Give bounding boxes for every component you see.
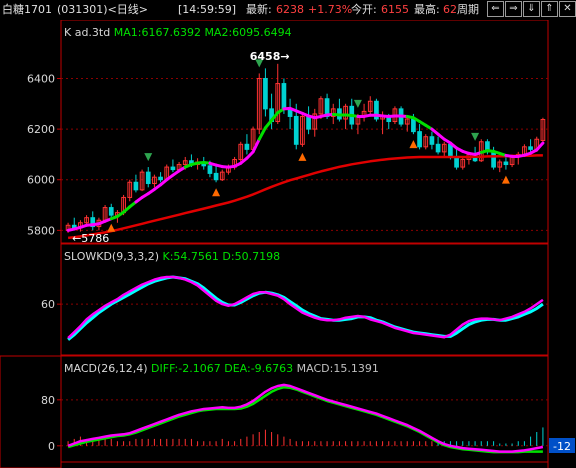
dea-line (67, 385, 543, 454)
high-label: 最高: (414, 3, 440, 16)
buy-signal-arrow (501, 175, 510, 184)
buy-signal-arrow (212, 188, 221, 197)
arrow-down-icon[interactable]: ⇓ (523, 1, 540, 17)
k-line (67, 275, 544, 339)
kline-chart[interactable]: 5800 6000 6200 6400 K ad.3td MA1:6167.6392 M… (0, 20, 576, 468)
candle-body (491, 151, 496, 168)
arrow-right-icon[interactable]: ⇒ (505, 1, 522, 17)
price-tick-label: 6400 (27, 72, 55, 85)
kline-indicator-ma1: MA1:6167.6392 (114, 26, 205, 39)
open-value: 6155 (381, 3, 409, 16)
last-value-badge-text: -12 (553, 440, 571, 453)
candle-body (213, 172, 219, 181)
candle-body (417, 131, 422, 148)
sell-signal-arrow (353, 99, 362, 108)
candle-body (263, 77, 268, 110)
kline-legend: K ad.3td MA1:6167.6392 MA2:6095.6494 (64, 26, 292, 39)
candle-body (435, 143, 441, 153)
slowkd-legend: SLOWKD(9,3,3,2) K:54.7561 D:50.7198 (64, 250, 280, 263)
candle-body (170, 166, 176, 171)
candle-body (133, 181, 139, 191)
quote-header: 白糖1701 (031301)<日线> [14:59:59] 最新: 6238 … (0, 0, 576, 20)
price-tick-label: 6000 (27, 174, 55, 187)
candle-body (108, 207, 114, 216)
macd-legend: MACD(26,12,4) DIFF:-2.1067 DEA:-9.6763 M… (64, 362, 379, 375)
sell-signal-arrow (471, 132, 480, 141)
price-tick-label: 5800 (27, 224, 55, 237)
kline-title: K ad.3td (64, 26, 114, 39)
macd-tick-label: 80 (41, 394, 55, 407)
candle-body (503, 161, 509, 166)
candle-body (244, 143, 250, 150)
close-icon[interactable]: ✕ (559, 1, 576, 17)
macd-tick-label: 0 (48, 440, 55, 453)
candle-body (528, 146, 533, 150)
candle-body (454, 156, 459, 168)
candle-body (411, 118, 416, 133)
arrow-up-icon[interactable]: ⇑ (541, 1, 558, 17)
slowkd-indicator-k: K:54.7561 (163, 250, 223, 263)
change-percent: +1.73% (308, 3, 353, 16)
ma1-line-segment (535, 141, 545, 152)
candle-body (281, 83, 287, 110)
macd-indicator-dea: DEA:-9.6763 (224, 362, 296, 375)
candle-body (429, 136, 435, 145)
buy-signal-arrow (298, 152, 307, 161)
high-value: 62 (443, 3, 457, 16)
candle-body (145, 171, 151, 185)
sell-signal-arrow (144, 153, 153, 162)
slowkd-title: SLOWKD(9,3,3,2) (64, 250, 163, 263)
ma1-line-segment (251, 137, 261, 154)
candle-body (293, 115, 299, 145)
open-label: 今开: (351, 3, 377, 16)
min-price-label: ←5786 (72, 232, 109, 245)
macd-title: MACD(26,12,4) (64, 362, 151, 375)
latest-label: 最新: (246, 3, 272, 16)
candle-body (306, 115, 311, 130)
contract-code-period: (031301)<日线> (57, 3, 149, 16)
macd-indicator-macd: MACD:15.1391 (297, 362, 379, 375)
candle-body (448, 143, 453, 158)
buy-signal-arrow (409, 140, 418, 149)
buy-signal-arrow (107, 223, 116, 232)
price-tick-label: 6200 (27, 123, 55, 136)
quote-time: [14:59:59] (178, 3, 236, 16)
kd-tick-label: 60 (41, 298, 55, 311)
contract-name: 白糖1701 (2, 3, 52, 16)
kline-indicator-ma2: MA2:6095.6494 (204, 26, 291, 39)
slowkd-indicator-d: D:50.7198 (222, 250, 280, 263)
diff-line (67, 383, 544, 453)
candle-body (207, 165, 213, 174)
arrow-left-icon[interactable]: ⇐ (487, 1, 504, 17)
macd-indicator-diff: DIFF:-2.1067 (151, 362, 224, 375)
candle-body (158, 176, 163, 181)
max-price-label: 6458→ (250, 50, 290, 63)
latest-value: 6238 (276, 3, 304, 16)
period-button[interactable]: 周期 (457, 3, 479, 16)
ma2-line (67, 154, 543, 240)
